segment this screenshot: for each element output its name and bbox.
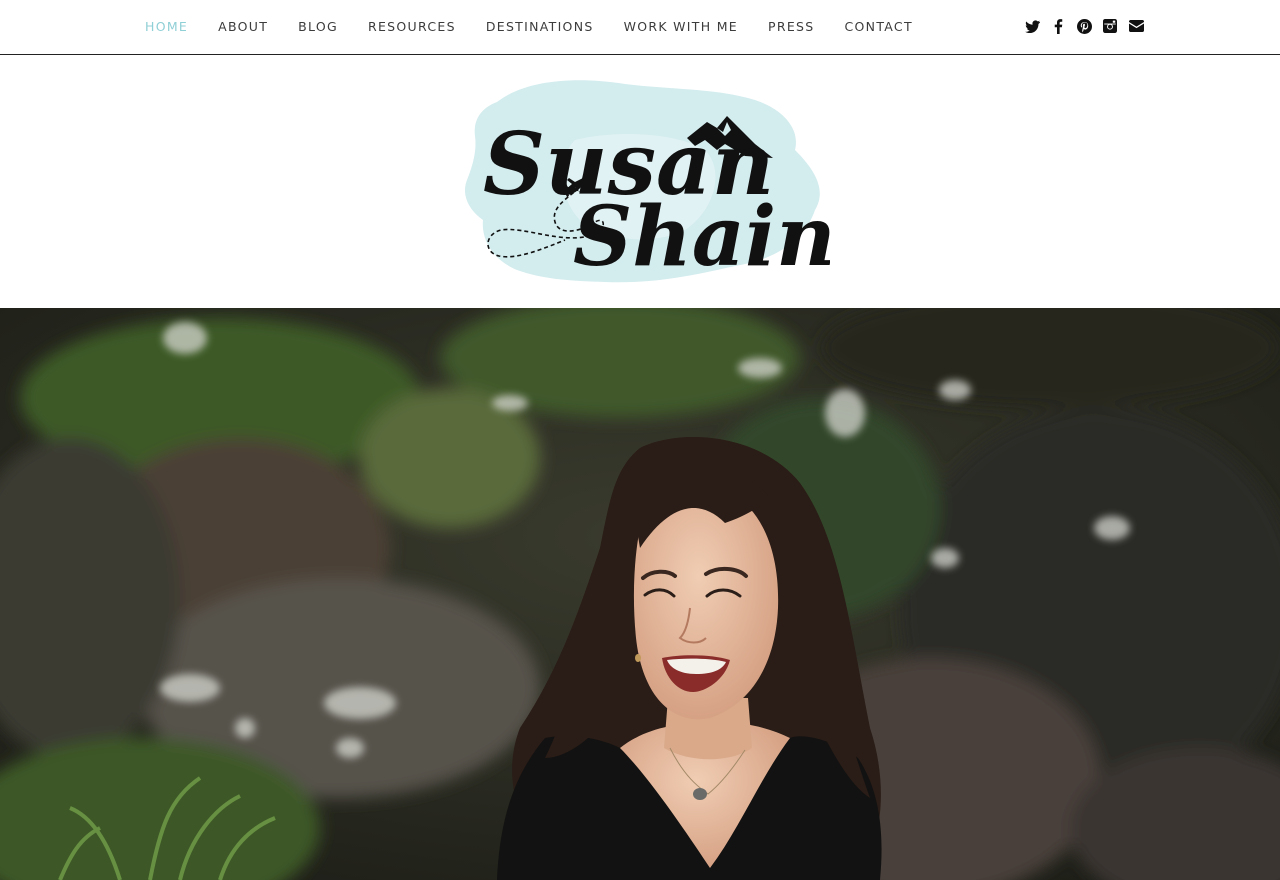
email-icon[interactable] — [1128, 18, 1144, 34]
nav-item-contact[interactable]: CONTACT — [845, 19, 913, 34]
nav-item-blog[interactable]: BLOG — [298, 19, 338, 34]
nav-item-work-with-me[interactable]: WORK WITH ME — [624, 19, 738, 34]
nav-item-home[interactable]: HOME — [145, 19, 188, 34]
pinterest-icon[interactable] — [1076, 18, 1092, 34]
nav-item-resources[interactable]: RESOURCES — [368, 19, 456, 34]
site-logo[interactable]: Susan Shain — [455, 70, 836, 295]
nav-item-about[interactable]: ABOUT — [218, 19, 268, 34]
top-navigation-bar: HOME ABOUT BLOG RESOURCES DESTINATIONS W… — [0, 0, 1280, 55]
nav-item-press[interactable]: PRESS — [768, 19, 815, 34]
hero-photo — [0, 308, 1280, 880]
nav-item-destinations[interactable]: DESTINATIONS — [486, 19, 594, 34]
twitter-icon[interactable] — [1024, 18, 1040, 34]
social-links — [1024, 18, 1154, 34]
instagram-icon[interactable] — [1102, 18, 1118, 34]
main-nav: HOME ABOUT BLOG RESOURCES DESTINATIONS W… — [145, 0, 943, 52]
facebook-icon[interactable] — [1050, 18, 1066, 34]
logo-text-shain: Shain — [573, 189, 830, 285]
